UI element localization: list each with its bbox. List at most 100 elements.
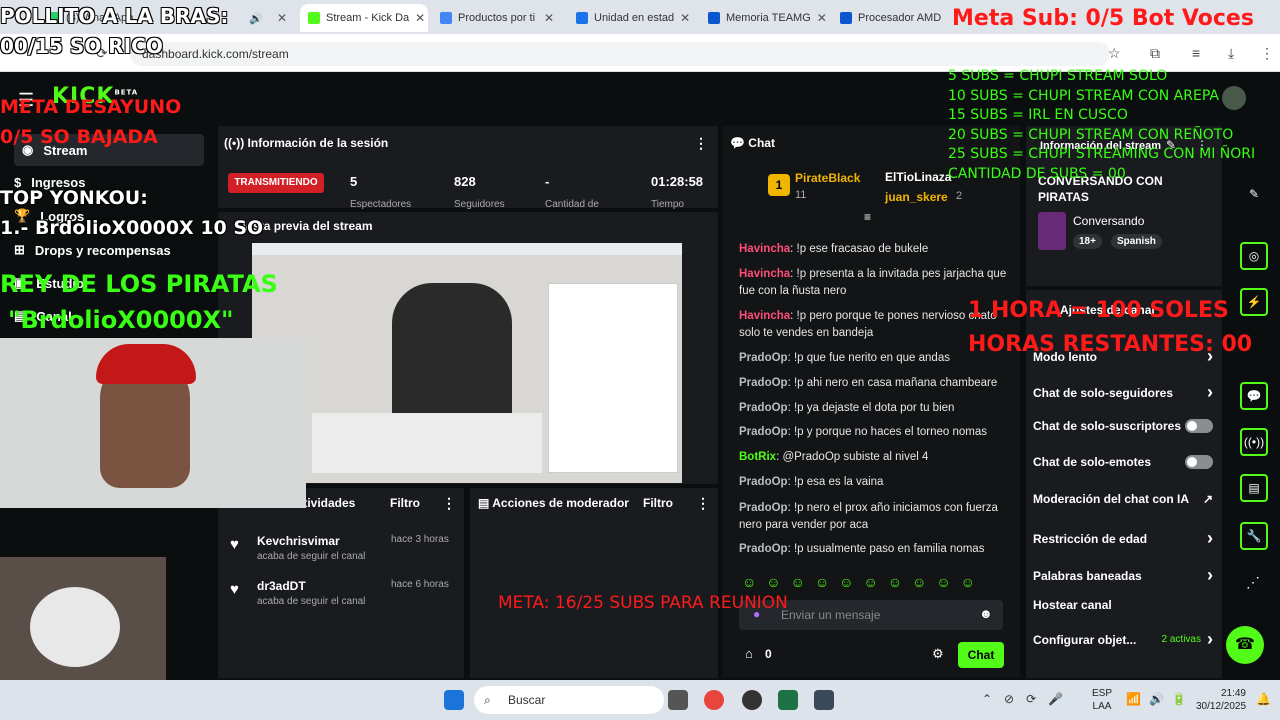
share-icon[interactable]: ⋰ bbox=[1246, 574, 1260, 591]
chat-message: PradoOp: !p usualmente paso en familia n… bbox=[739, 541, 1009, 558]
chat-username[interactable]: Havincha bbox=[739, 310, 790, 322]
setting-row[interactable]: Restricción de edad › bbox=[1033, 528, 1213, 549]
moderator-filter[interactable]: Filtro bbox=[643, 496, 673, 510]
tab-procesador[interactable]: Procesador AMD bbox=[832, 4, 952, 32]
setting-row[interactable]: Chat de solo-suscriptores bbox=[1033, 419, 1213, 433]
menu-icon[interactable]: ⋮ bbox=[1260, 45, 1274, 62]
url-field[interactable]: dashboard.kick.com/stream bbox=[130, 42, 1110, 66]
chat-username[interactable]: PradoOp bbox=[739, 352, 788, 364]
setting-row[interactable]: Chat de solo-emotes bbox=[1033, 455, 1213, 469]
setting-control[interactable]: › bbox=[1207, 565, 1213, 586]
setting-control[interactable]: ↗ bbox=[1203, 492, 1213, 506]
avatar[interactable] bbox=[1222, 86, 1246, 110]
layout-tool-button[interactable]: ▤ bbox=[1240, 474, 1268, 502]
setting-control[interactable]: 2 activas › bbox=[1162, 629, 1213, 650]
emoji-icon[interactable]: ☻ bbox=[979, 606, 993, 621]
clock[interactable]: 21:49 30/12/2025 bbox=[1196, 687, 1246, 713]
moderator-menu-icon[interactable]: ⋮ bbox=[696, 495, 710, 512]
sidebar-item-drops[interactable]: ⊞ Drops y recompensas bbox=[14, 242, 171, 258]
activity-desc: acaba de seguir el canal bbox=[257, 551, 366, 562]
close-icon[interactable]: ✕ bbox=[277, 11, 287, 25]
chat-text: : !p ya dejaste el dota por tu bien bbox=[787, 402, 955, 414]
support-button[interactable]: ☎ bbox=[1226, 626, 1264, 664]
leaderboard-user[interactable]: juan_skere bbox=[885, 190, 948, 204]
tray-icons[interactable]: ⌃⊘⟳🎤 bbox=[982, 692, 1075, 706]
chat-username[interactable]: BotRix bbox=[739, 451, 776, 463]
chat-username[interactable]: Havincha bbox=[739, 268, 790, 280]
setting-control[interactable]: › bbox=[1207, 528, 1213, 549]
network-icons[interactable]: 📶🔊🔋 bbox=[1126, 692, 1195, 706]
leaderboard-user[interactable]: PirateBlack bbox=[795, 171, 860, 185]
chat-username[interactable]: PradoOp bbox=[739, 502, 788, 514]
extensions-icon[interactable]: ⧉ bbox=[1150, 45, 1160, 62]
notification-bell-icon[interactable]: 🔔 bbox=[1256, 692, 1271, 706]
tab-unidad[interactable]: Unidad en estad ✕ bbox=[568, 4, 698, 32]
setting-control[interactable]: › bbox=[1207, 382, 1213, 403]
chrome-icon[interactable] bbox=[704, 690, 724, 710]
close-icon[interactable]: ✕ bbox=[817, 11, 827, 25]
setting-row[interactable]: Palabras baneadas › bbox=[1033, 565, 1213, 586]
stream-preview-video[interactable] bbox=[252, 243, 682, 483]
close-icon[interactable]: ✕ bbox=[544, 11, 554, 25]
tab-productos[interactable]: Productos por ti ✕ bbox=[432, 4, 562, 32]
toggle-switch[interactable] bbox=[1185, 419, 1213, 433]
toggle-switch[interactable] bbox=[1185, 455, 1213, 469]
activity-user[interactable]: Kevchrisvimar bbox=[257, 534, 340, 548]
chat-message: PradoOp: !p esa es la vaina bbox=[739, 474, 1009, 491]
pencil-tool-button[interactable]: ✎ bbox=[1240, 180, 1268, 208]
gift-icon: ⊞ bbox=[14, 242, 25, 257]
tab-memoria[interactable]: Memoria TEAMG ✕ bbox=[700, 4, 830, 32]
chat-username[interactable]: PradoOp bbox=[739, 377, 788, 389]
clock-time: 21:49 bbox=[1220, 688, 1246, 699]
flash-tool-button[interactable]: ⚡ bbox=[1240, 288, 1268, 316]
bookmark-star-icon[interactable]: ☆ bbox=[1108, 45, 1121, 62]
tab-kick-stream[interactable]: Stream - Kick Da ✕ bbox=[300, 4, 428, 32]
chat-username[interactable]: PradoOp bbox=[739, 402, 788, 414]
close-icon[interactable]: ✕ bbox=[415, 11, 425, 25]
activity-filter[interactable]: Filtro bbox=[390, 496, 420, 510]
setting-label: Moderación del chat con IA bbox=[1033, 492, 1190, 506]
setting-control[interactable] bbox=[1185, 455, 1213, 469]
chat-text: : !p esa es la vaina bbox=[787, 476, 884, 488]
chat-username[interactable]: PradoOp bbox=[739, 543, 788, 555]
setting-row[interactable]: Chat de solo-seguidores › bbox=[1033, 382, 1213, 403]
emote-row: ☺☺☺☺☺☺☺☺☺☺ bbox=[742, 574, 985, 590]
setting-row[interactable]: Moderación del chat con IA ↗ bbox=[1033, 492, 1213, 506]
chevron-right-icon: › bbox=[1207, 528, 1213, 548]
session-menu-icon[interactable]: ⋮ bbox=[694, 135, 708, 152]
close-icon[interactable]: ✕ bbox=[680, 11, 690, 25]
camera-tool-button[interactable]: ◎ bbox=[1240, 242, 1268, 270]
overlay-subs-line: 20 SUBS = CHUPI STREAM CON REÑOTO bbox=[948, 126, 1234, 143]
broadcast-tool-button[interactable]: ((•)) bbox=[1240, 428, 1268, 456]
overlay-subs-line: CANTIDAD DE SUBS = 00 bbox=[948, 166, 1126, 182]
chat-tool-button[interactable]: 💬 bbox=[1240, 382, 1268, 410]
setting-label: Palabras baneadas bbox=[1033, 568, 1142, 583]
wrench-tool-button[interactable]: 🔧 bbox=[1240, 522, 1268, 550]
send-chat-button[interactable]: Chat bbox=[958, 642, 1004, 668]
chat-settings-icon[interactable]: ⚙ bbox=[932, 646, 944, 662]
activity-menu-icon[interactable]: ⋮ bbox=[442, 495, 456, 512]
excel-icon[interactable] bbox=[778, 690, 798, 710]
overlay-top-yonkou: TOP YONKOU: bbox=[0, 187, 148, 209]
tab-label: Procesador AMD bbox=[858, 12, 942, 24]
media-icon[interactable]: ≡ bbox=[1192, 45, 1200, 61]
pin-icon[interactable]: ≡ bbox=[864, 210, 871, 224]
windows-start-icon[interactable] bbox=[444, 690, 464, 710]
input-language[interactable]: ESP LAA bbox=[1092, 687, 1112, 713]
calculator-icon[interactable] bbox=[814, 690, 834, 710]
setting-control[interactable] bbox=[1185, 419, 1213, 433]
chat-bubble-icon: 💬 bbox=[730, 136, 745, 150]
chat-username[interactable]: PradoOp bbox=[739, 426, 788, 438]
leaderboard-user[interactable]: ElTioLinaza bbox=[885, 170, 951, 184]
category-name[interactable]: Conversando bbox=[1073, 214, 1144, 228]
setting-row[interactable]: Configurar objet... 2 activas › bbox=[1033, 629, 1213, 650]
files-icon[interactable] bbox=[668, 690, 688, 710]
download-icon[interactable]: ⤓ bbox=[1228, 45, 1234, 62]
activity-user[interactable]: dr3adDT bbox=[257, 579, 306, 593]
setting-row[interactable]: Hostear canal bbox=[1033, 598, 1213, 612]
points-icon[interactable]: ⌂ bbox=[745, 646, 753, 661]
taskbar-search[interactable]: ⌕ Buscar bbox=[474, 686, 664, 714]
chat-username[interactable]: Havincha bbox=[739, 243, 790, 255]
obs-icon[interactable] bbox=[742, 690, 762, 710]
chat-username[interactable]: PradoOp bbox=[739, 476, 788, 488]
